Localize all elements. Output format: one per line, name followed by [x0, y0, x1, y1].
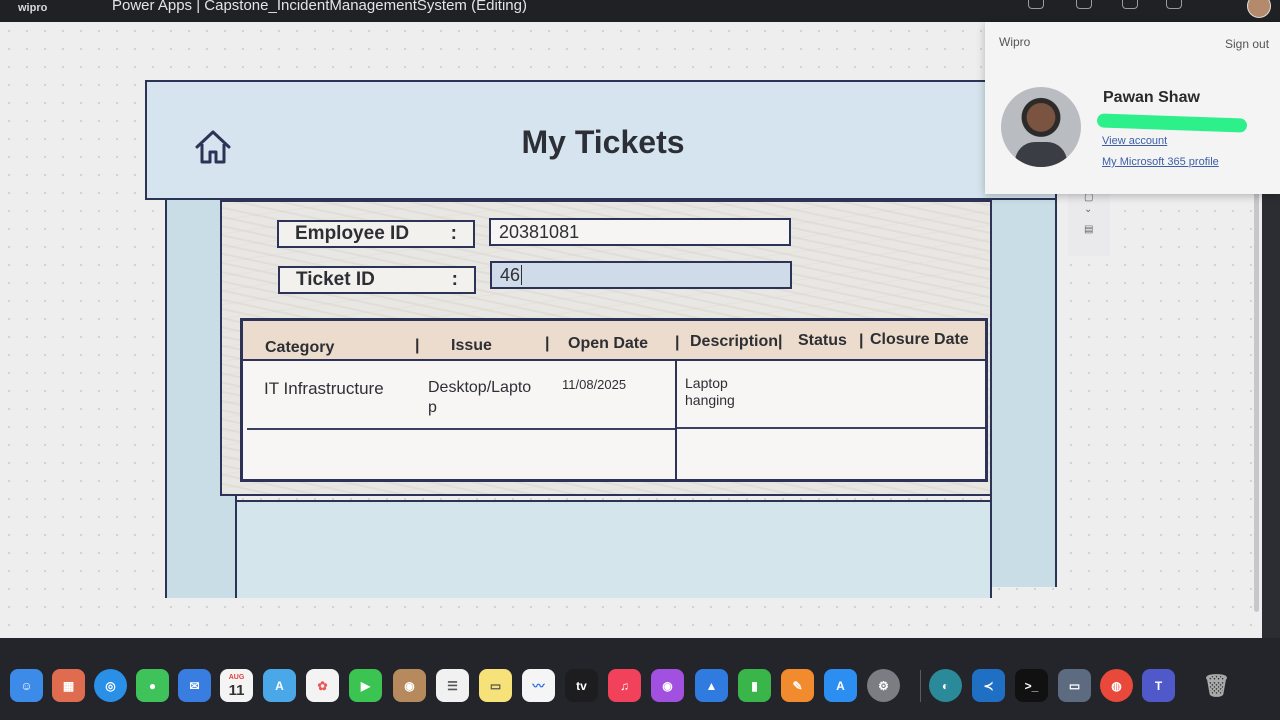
screen-header: My Tickets [145, 80, 1057, 200]
settings-icon[interactable] [1166, 0, 1182, 9]
keynote-icon[interactable]: ▲ [695, 669, 728, 702]
sign-out-link[interactable]: Sign out [1225, 37, 1269, 51]
colon: : [451, 269, 458, 290]
dock: ☺ ▦ ◎ ● ✉ AUG 11 A ✿ ▶ ◉ ☰ ▭ 〰 tv ♫ ◉ ▲ … [0, 660, 1280, 715]
top-bar: wipro Power Apps | Capstone_IncidentMana… [0, 0, 1280, 22]
chevron-down-icon[interactable]: ⌄ [1084, 204, 1092, 215]
header-description: Description| [690, 333, 783, 350]
header-category: Category [265, 339, 335, 356]
header-separator: | [859, 332, 864, 349]
employee-id-value: 20381081 [499, 221, 580, 242]
reminders-icon[interactable]: ☰ [436, 669, 469, 702]
side-toolbar: ▢ ⌄ ▤ [1068, 188, 1110, 256]
profile-photo [1001, 87, 1081, 167]
user-name: Pawan Shaw [1103, 89, 1200, 106]
launchpad-icon[interactable]: ▦ [52, 669, 85, 702]
notification-icon[interactable] [1028, 0, 1044, 9]
m365-profile-link[interactable]: My Microsoft 365 profile [1102, 156, 1219, 168]
facetime-icon[interactable]: ▶ [349, 669, 382, 702]
footer-band [235, 500, 992, 598]
redacted-email [1096, 113, 1248, 133]
cell-open-date: 11/08/2025 [562, 377, 627, 392]
organization-name: Wipro [999, 35, 1031, 49]
column-divider [675, 359, 677, 479]
system-settings-icon[interactable]: ⚙ [867, 669, 900, 702]
cell-category: IT Infrastructure [264, 379, 384, 398]
maps-icon[interactable]: A [263, 669, 296, 702]
appletv-icon[interactable]: tv [565, 669, 598, 702]
chrome-icon[interactable]: ◍ [1100, 669, 1133, 702]
text-cursor [521, 265, 523, 285]
safari-icon[interactable]: ◎ [94, 669, 127, 702]
header-open-date: Open Date [568, 335, 649, 352]
vscode-icon[interactable]: ≺ [972, 669, 1005, 702]
ticket-id-label: Ticket ID : [278, 266, 476, 294]
wipro-logo: wipro [18, 2, 48, 14]
header-closure-date: Closure Date [870, 331, 969, 348]
employee-id-label: Employee ID : [277, 220, 475, 248]
freeform-icon[interactable]: 〰 [522, 669, 555, 702]
numbers-icon[interactable]: ▮ [738, 669, 771, 702]
employee-id-input[interactable]: 20381081 [489, 218, 791, 246]
messages-icon[interactable]: ● [136, 669, 169, 702]
cell-issue-line1: Desktop/Lapto [428, 379, 532, 396]
table-icon[interactable]: ▤ [1084, 224, 1093, 235]
row-divider [677, 427, 985, 429]
header-separator: | [675, 334, 680, 351]
finder-icon[interactable]: ☺ [10, 669, 43, 702]
screen-sharing-icon[interactable]: ▭ [1058, 669, 1091, 702]
ticket-id-input[interactable]: 46 [490, 261, 792, 289]
photos-icon[interactable]: ✿ [306, 669, 339, 702]
cell-issue: Desktop/Lapto p [428, 378, 531, 418]
pages-icon[interactable]: ✎ [781, 669, 814, 702]
calendar-day: 11 [228, 681, 245, 699]
my-tickets-screen: My Tickets Employee ID : 20381081 Ticket… [145, 80, 1057, 598]
dock-separator [920, 670, 921, 702]
calendar-icon[interactable]: AUG 11 [220, 669, 253, 702]
edge-icon[interactable]: ◐ [929, 669, 962, 702]
trash-icon[interactable]: 🗑 [1200, 669, 1233, 702]
calendar-month: AUG [228, 673, 245, 681]
tickets-table: Category | Issue | Open Date | Descripti… [240, 318, 988, 482]
download-icon[interactable] [1122, 0, 1138, 9]
cell-description-line2: hanging [685, 392, 735, 408]
notes-icon[interactable]: ▭ [479, 669, 512, 702]
cell-description-line1: Laptop [685, 375, 728, 391]
environment-icon[interactable] [1076, 0, 1092, 9]
header-separator: | [545, 335, 550, 352]
view-account-link[interactable]: View account [1102, 135, 1167, 147]
terminal-icon[interactable]: >_ [1015, 669, 1048, 702]
row-divider [247, 428, 675, 430]
account-popup: Wipro Sign out Pawan Shaw View account M… [985, 22, 1280, 194]
header-separator: | [415, 337, 420, 354]
music-icon[interactable]: ♫ [608, 669, 641, 702]
employee-id-label-text: Employee ID [295, 223, 410, 244]
ticket-id-label-text: Ticket ID [296, 269, 375, 290]
header-issue: Issue [451, 337, 492, 354]
cell-description: Laptop hanging [685, 375, 735, 409]
right-rail [990, 192, 1057, 587]
app-store-icon[interactable]: A [824, 669, 857, 702]
header-status: Status [798, 332, 847, 349]
cell-issue-line2: p [428, 399, 437, 416]
account-avatar[interactable] [1247, 0, 1271, 18]
ticket-id-value: 46 [500, 264, 521, 285]
mail-icon[interactable]: ✉ [178, 669, 211, 702]
podcasts-icon[interactable]: ◉ [651, 669, 684, 702]
table-header: Category | Issue | Open Date | Descripti… [243, 321, 985, 361]
teams-icon[interactable]: T [1142, 669, 1175, 702]
colon: : [450, 223, 457, 244]
page-title: My Tickets [521, 124, 685, 160]
contacts-icon[interactable]: ◉ [393, 669, 426, 702]
app-title: Power Apps | Capstone_IncidentManagement… [112, 0, 527, 14]
tv-label: tv [576, 678, 587, 693]
photo-shirt [1015, 142, 1067, 167]
